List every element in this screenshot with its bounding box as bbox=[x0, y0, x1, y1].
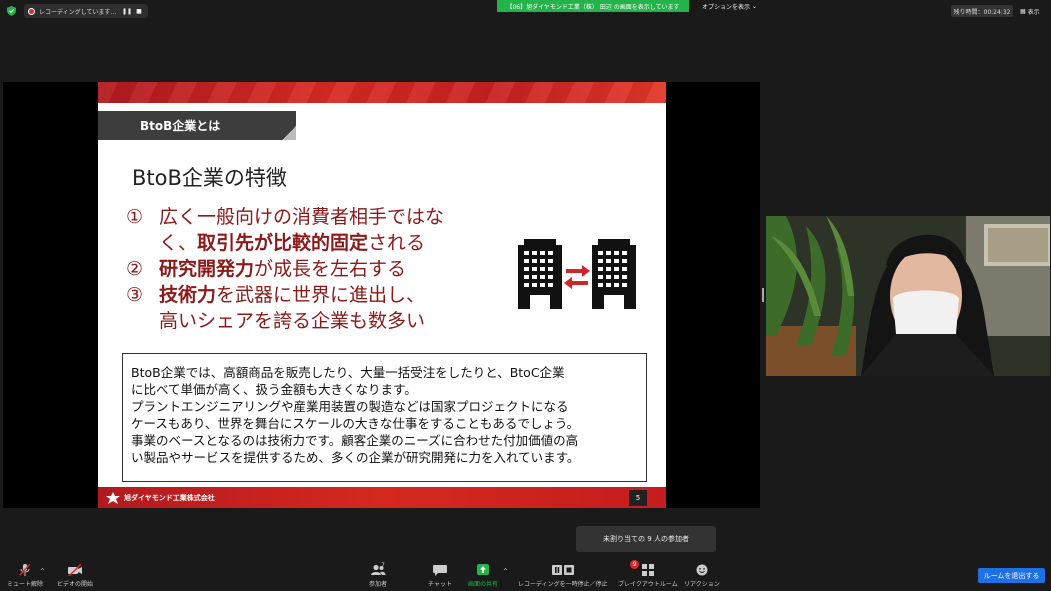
pause-recording-icon[interactable]: ❚❚ bbox=[122, 7, 132, 15]
chevron-down-icon: ⌄ bbox=[752, 3, 758, 10]
unassigned-participants-tooltip: 未割り当ての 9 人の参加者 bbox=[576, 526, 716, 552]
slide-title: BtoB企業の特徴 bbox=[132, 166, 287, 190]
split-view-handle[interactable] bbox=[762, 288, 764, 302]
description-line: に比べて単価が高く、扱う金額も大きくなります。 bbox=[131, 382, 417, 397]
share-screen-button[interactable]: 画面の共有 bbox=[468, 564, 498, 588]
breakout-badge: 9 bbox=[630, 560, 639, 569]
view-label: 表示 bbox=[1027, 8, 1040, 16]
section-tab-label: BtoB企業とは bbox=[140, 119, 221, 133]
breakout-rooms-button[interactable]: 9 ブレイクアウトルーム bbox=[618, 560, 678, 588]
bullet-text: を武器に世界に進出し、 bbox=[216, 284, 426, 306]
bullet-item: ① 広く一般向けの消費者相手ではな bbox=[126, 204, 516, 230]
bullet-continuation: 高いシェアを誇る企業も数多い bbox=[159, 310, 426, 332]
slide-page-number: 5 bbox=[629, 490, 647, 506]
audio-options-caret-icon[interactable]: ^ bbox=[40, 568, 45, 575]
description-line: 事業のベースとなるのは技術力です。顧客企業のニーズに合わせた付加価値の高 bbox=[131, 433, 579, 448]
breakout-rooms-icon bbox=[641, 564, 654, 576]
slide-header-band bbox=[98, 82, 666, 103]
view-options-label: オプションを表示 bbox=[702, 4, 751, 11]
reactions-button[interactable]: リアクション bbox=[684, 564, 720, 588]
share-screen-label: 画面の共有 bbox=[468, 581, 499, 588]
recording-label: レコーディングしています... bbox=[39, 8, 117, 16]
share-options-caret-icon[interactable]: ^ bbox=[503, 568, 508, 575]
bullet-item: ② 研究開発力が成長を左右する bbox=[126, 256, 516, 282]
bullet-text: く、 bbox=[159, 232, 198, 254]
recording-indicator: レコーディングしています... ❚❚ ■ bbox=[24, 4, 148, 18]
description-line: ケースもあり、世界を舞台にスケールの大きな仕事をすることもあるでしょう。 bbox=[131, 416, 580, 431]
view-options-button[interactable]: オプションを表示 ⌄ bbox=[702, 1, 757, 12]
bullet-text: 広く一般向けの消費者相手ではな bbox=[159, 206, 445, 228]
view-button[interactable]: ▦ 表示 bbox=[1020, 5, 1040, 17]
description-line: プラントエンジニアリングや産業用装置の製造などは国家プロジェクトになる bbox=[131, 399, 569, 414]
reactions-label: リアクション bbox=[684, 581, 720, 588]
pause-stop-icon bbox=[551, 565, 574, 575]
bullet-emphasis: 研究開発力 bbox=[159, 258, 255, 280]
security-shield-icon[interactable] bbox=[7, 6, 16, 16]
bullet-number: ① bbox=[126, 206, 144, 228]
presentation-slide: BtoB企業とは BtoB企業の特徴 ① 広く一般向けの消費者相手ではな く、取… bbox=[98, 82, 666, 508]
remaining-time: 残り時間：00:24:32 bbox=[951, 5, 1013, 17]
slide-bullet-list: ① 広く一般向けの消費者相手ではな く、取引先が比較的固定される ② 研究開発力… bbox=[126, 204, 516, 334]
bullet-text: される bbox=[368, 232, 426, 254]
leave-room-button[interactable]: ルームを退出する bbox=[978, 568, 1045, 583]
participant-count: 7 bbox=[381, 562, 385, 569]
participants-button[interactable]: 7 参加者 bbox=[369, 562, 388, 588]
slide-footer-band: 旭ダイヤモンド工業株式会社 5 bbox=[98, 487, 666, 508]
screen-share-banner: 【06】旭ダイヤモンド工業（株） 田辺 の画面を表示しています bbox=[497, 0, 689, 12]
participants-label: 参加者 bbox=[369, 581, 388, 588]
share-screen-icon bbox=[477, 564, 489, 575]
chat-bubble-icon bbox=[432, 565, 447, 576]
unmute-button[interactable]: ミュート解除 bbox=[7, 564, 43, 588]
description-line: い製品やサービスを提供するため、多くの企業が研究開発に力を入れています。 bbox=[131, 450, 580, 465]
bullet-number: ② bbox=[126, 258, 144, 280]
recording-dot-icon bbox=[28, 7, 35, 15]
start-video-button[interactable]: ビデオの開始 bbox=[57, 564, 93, 588]
participant-video[interactable] bbox=[766, 216, 1050, 376]
bullet-number: ③ bbox=[126, 284, 144, 306]
zoom-meeting-window: レコーディングしています... ❚❚ ■ 【06】旭ダイヤモンド工業（株） 田辺… bbox=[0, 0, 1051, 591]
video-off-icon bbox=[68, 564, 82, 576]
bullet-emphasis: 取引先が比較的固定 bbox=[197, 232, 369, 254]
tab-corner-decoration bbox=[282, 126, 296, 140]
microphone-muted-icon bbox=[19, 564, 31, 576]
unmute-label: ミュート解除 bbox=[7, 581, 44, 588]
company-name: 旭ダイヤモンド工業株式会社 bbox=[124, 493, 215, 502]
breakout-rooms-label: ブレイクアウトルーム bbox=[618, 581, 678, 588]
bullet-emphasis: 技術力 bbox=[159, 284, 217, 306]
stop-recording-icon[interactable]: ■ bbox=[135, 7, 143, 15]
smiley-icon bbox=[696, 564, 708, 576]
bullet-item: ③ 技術力を武器に世界に進出し、 bbox=[126, 282, 516, 308]
recording-controls-button[interactable]: レコーディングを一時停止／停止 bbox=[518, 564, 608, 588]
company-logo-icon bbox=[106, 491, 120, 504]
description-line: BtoB企業では、高額商品を販売したり、大量一括受注をしたりと、BtoC企業 bbox=[131, 365, 565, 380]
slide-section-tab: BtoB企業とは bbox=[98, 111, 296, 140]
bullet-continuation: く、取引先が比較的固定される bbox=[126, 230, 516, 256]
chat-button[interactable]: チャット bbox=[428, 564, 452, 588]
recording-controls-label: レコーディングを一時停止／停止 bbox=[518, 581, 608, 588]
start-video-label: ビデオの開始 bbox=[57, 581, 94, 588]
shared-screen: BtoB企業とは BtoB企業の特徴 ① 広く一般向けの消費者相手ではな く、取… bbox=[3, 82, 760, 508]
grid-view-icon: ▦ bbox=[1020, 7, 1026, 15]
participant-video-frame bbox=[766, 216, 1050, 376]
chat-label: チャット bbox=[428, 581, 452, 588]
two-buildings-exchange-icon bbox=[518, 239, 636, 309]
bullet-text: が成長を左右する bbox=[254, 258, 407, 280]
description-box: BtoB企業では、高額商品を販売したり、大量一括受注をしたりと、BtoC企業 に… bbox=[122, 353, 647, 482]
